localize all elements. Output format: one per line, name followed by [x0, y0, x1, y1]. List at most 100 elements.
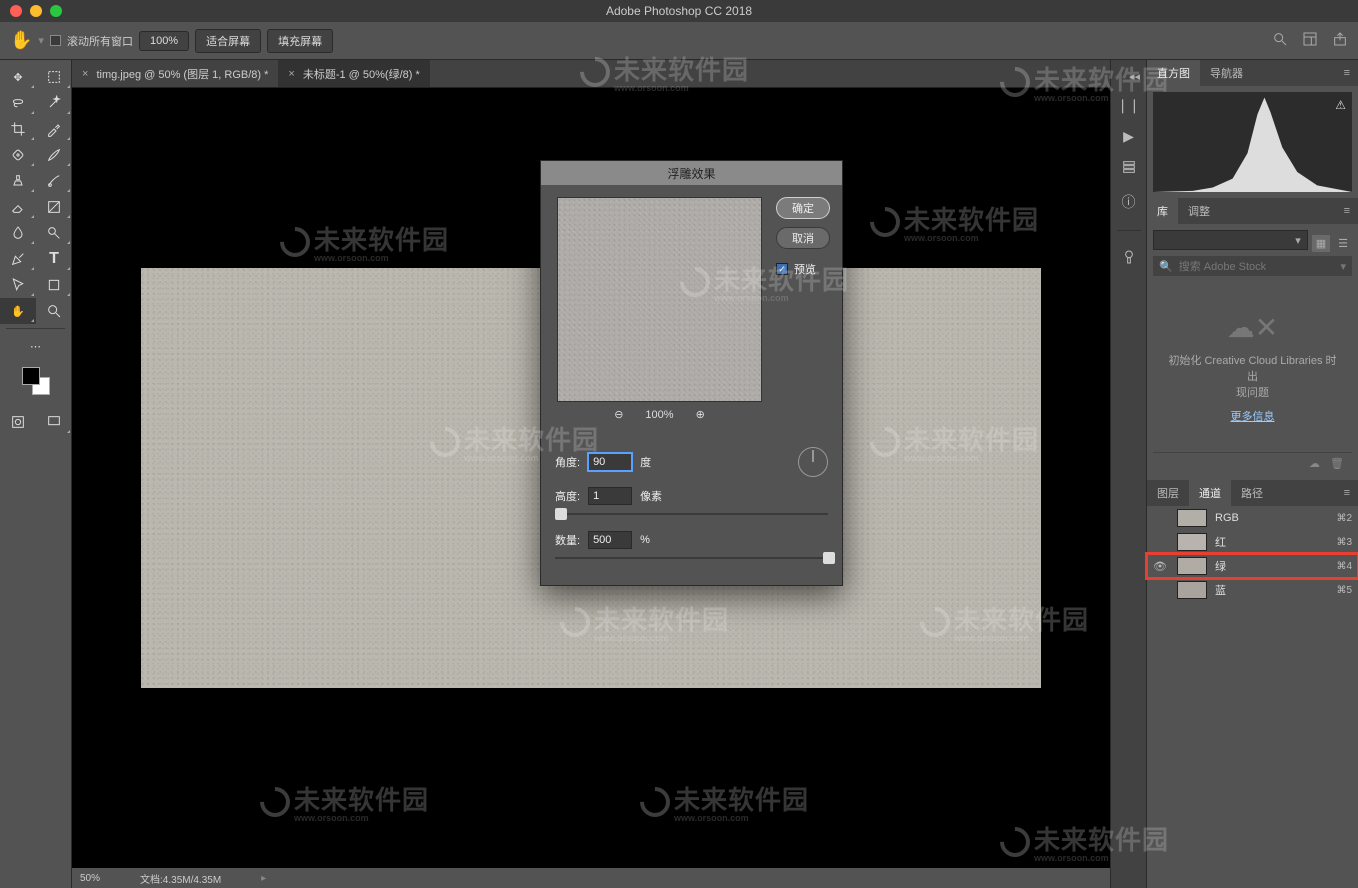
dialog-title[interactable]: 浮雕效果 [541, 161, 842, 185]
panel-group-1-tabs: 直方图 导航器 ≡ [1147, 60, 1358, 86]
height-slider[interactable] [555, 507, 828, 521]
status-zoom[interactable]: 50% [80, 873, 100, 884]
tab-adjustments[interactable]: 调整 [1178, 198, 1220, 224]
workspace-icon[interactable] [1302, 31, 1318, 50]
quickmask-button[interactable] [0, 409, 36, 435]
panel-group-3-tabs: 图层 通道 路径 ≡ [1147, 480, 1358, 506]
color-swatches[interactable] [0, 359, 71, 409]
marquee-tool[interactable] [36, 64, 72, 90]
fill-screen-button[interactable]: 填充屏幕 [267, 29, 333, 53]
edit-toolbar-button[interactable]: ⋯ [0, 333, 71, 359]
zoom-out-icon[interactable]: ⊖ [614, 408, 623, 421]
grid-view-icon[interactable]: ▦ [1312, 235, 1330, 252]
zoom-tool[interactable] [36, 298, 72, 324]
zoom-window-button[interactable] [50, 5, 62, 17]
tab-histogram[interactable]: 直方图 [1147, 60, 1200, 86]
dodge-tool[interactable] [36, 220, 72, 246]
scroll-all-checkbox[interactable] [50, 35, 61, 46]
search-icon: 🔍 [1159, 260, 1173, 273]
channel-row-red[interactable]: 红 ⌘3 [1147, 530, 1358, 554]
panel-group-2-tabs: 库 调整 ≡ [1147, 198, 1358, 224]
magic-wand-tool[interactable] [36, 90, 72, 116]
library-error-text: 初始化 Creative Cloud Libraries 时出 [1163, 352, 1342, 384]
list-view-icon[interactable]: ☰ [1334, 235, 1352, 252]
emboss-dialog: 浮雕效果 ⊖ 100% ⊕ 确定 取消 ✓ 预览 角度: 度 高度: [540, 160, 843, 586]
visibility-icon[interactable]: 👁 [1153, 560, 1169, 573]
clone-stamp-tool[interactable] [0, 168, 36, 194]
library-more-link[interactable]: 更多信息 [1231, 408, 1275, 424]
amount-input[interactable] [588, 531, 632, 549]
scroll-all-label: 滚动所有窗口 [67, 33, 133, 49]
status-doc[interactable]: 文档:4.35M/4.35M [140, 871, 221, 886]
document-tab[interactable]: × timg.jpeg @ 50% (图层 1, RGB/8) * [72, 60, 278, 87]
dock-properties-icon[interactable] [1121, 159, 1137, 178]
document-tab[interactable]: × 未标题-1 @ 50%(绿/8) * [278, 60, 429, 87]
ok-button[interactable]: 确定 [776, 197, 830, 219]
angle-input[interactable] [588, 453, 632, 471]
share-icon[interactable] [1332, 31, 1348, 50]
zoom-value-button[interactable]: 100% [139, 31, 189, 51]
angle-unit: 度 [640, 454, 651, 470]
tab-layers[interactable]: 图层 [1147, 480, 1189, 506]
panel-menu-icon[interactable]: ≡ [1336, 480, 1358, 506]
expand-dock-icon[interactable]: ◂◂ [1129, 70, 1140, 83]
library-dropdown[interactable]: ▾ [1153, 230, 1308, 250]
panel-dock-strip: ◂◂ ❘❘ ▶ ⓘ [1110, 60, 1146, 888]
amount-slider[interactable] [555, 551, 828, 565]
blur-tool[interactable] [0, 220, 36, 246]
app-title: Adobe Photoshop CC 2018 [606, 4, 752, 18]
panel-menu-icon[interactable]: ≡ [1336, 60, 1358, 86]
amount-unit: % [640, 534, 650, 546]
lasso-tool[interactable] [0, 90, 36, 116]
move-tool[interactable]: ✥ [0, 64, 36, 90]
minimize-window-button[interactable] [30, 5, 42, 17]
trash-icon[interactable]: 🗑 [1330, 457, 1344, 470]
zoom-in-icon[interactable]: ⊕ [696, 408, 705, 421]
channel-row-rgb[interactable]: RGB ⌘2 [1147, 506, 1358, 530]
dock-icon[interactable]: ❘❘ [1117, 97, 1140, 114]
dock-brush-icon[interactable] [1121, 249, 1137, 268]
history-brush-tool[interactable] [36, 168, 72, 194]
angle-dial[interactable] [798, 447, 828, 477]
close-window-button[interactable] [10, 5, 22, 17]
effect-preview[interactable] [557, 197, 762, 402]
tab-navigator[interactable]: 导航器 [1200, 60, 1253, 86]
channel-row-green[interactable]: 👁 绿 ⌘4 [1147, 554, 1358, 578]
shape-tool[interactable] [36, 272, 72, 298]
panel-menu-icon[interactable]: ≡ [1336, 198, 1358, 224]
brush-tool[interactable] [36, 142, 72, 168]
crop-tool[interactable] [0, 116, 36, 142]
close-tab-icon[interactable]: × [288, 68, 294, 80]
hand-tool[interactable]: ✋ [0, 298, 36, 324]
cancel-button[interactable]: 取消 [776, 227, 830, 249]
height-input[interactable] [588, 487, 632, 505]
tab-label: 未标题-1 @ 50%(绿/8) * [303, 66, 420, 82]
tab-library[interactable]: 库 [1147, 198, 1178, 224]
search-icon[interactable] [1272, 31, 1288, 50]
dock-play-icon[interactable]: ▶ [1123, 128, 1134, 145]
tab-paths[interactable]: 路径 [1231, 480, 1273, 506]
fit-screen-button[interactable]: 适合屏幕 [195, 29, 261, 53]
gradient-tool[interactable] [36, 194, 72, 220]
pen-tool[interactable] [0, 246, 36, 272]
path-select-tool[interactable] [0, 272, 36, 298]
channel-row-blue[interactable]: 蓝 ⌘5 [1147, 578, 1358, 602]
histogram-warning-icon[interactable]: ⚠ [1335, 98, 1346, 112]
channels-panel: RGB ⌘2 红 ⌘3 👁 绿 ⌘4 蓝 ⌘5 [1147, 506, 1358, 602]
dock-info-icon[interactable]: ⓘ [1122, 192, 1136, 212]
library-search[interactable]: 🔍 搜索 Adobe Stock ▾ [1153, 256, 1352, 276]
type-tool[interactable]: T [36, 246, 72, 272]
preview-checkbox[interactable]: ✓ [776, 263, 788, 275]
preview-zoom-value: 100% [645, 409, 673, 421]
eraser-tool[interactable] [0, 194, 36, 220]
eyedropper-tool[interactable] [36, 116, 72, 142]
close-tab-icon[interactable]: × [82, 68, 88, 80]
hand-tool-icon[interactable]: ✋ [10, 30, 32, 51]
angle-label: 角度: [555, 454, 580, 470]
tab-channels[interactable]: 通道 [1189, 480, 1231, 506]
cloud-icon[interactable]: ☁ [1309, 457, 1320, 470]
screenmode-button[interactable] [36, 409, 72, 435]
healing-tool[interactable] [0, 142, 36, 168]
cloud-error-icon: ☁✕ [1227, 311, 1278, 344]
foreground-color-swatch[interactable] [22, 367, 40, 385]
